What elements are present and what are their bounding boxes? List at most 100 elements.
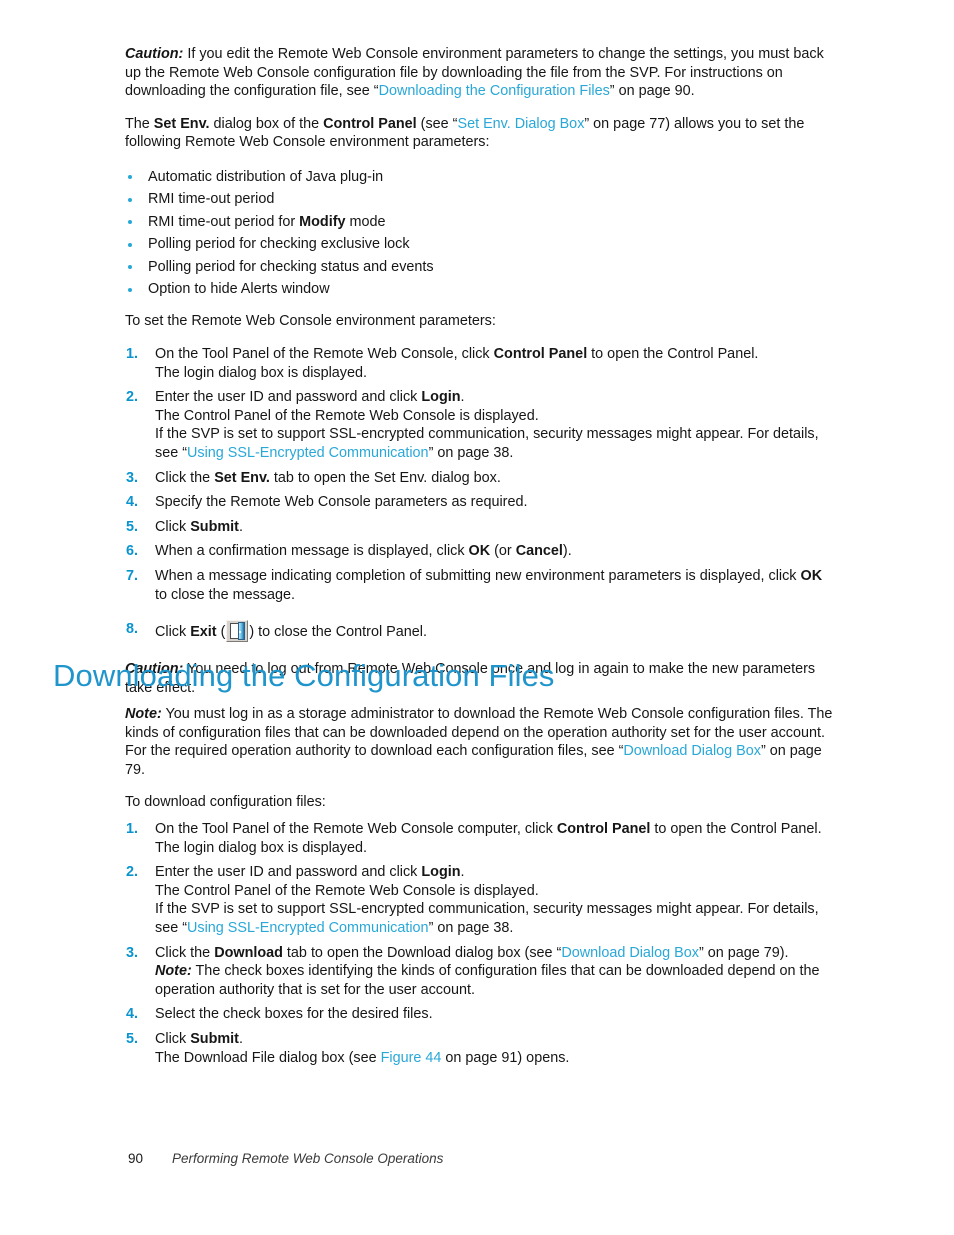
step-bold-login: Login bbox=[421, 864, 461, 881]
list-item: RMI time-out period for Modify mode bbox=[125, 211, 833, 233]
step-text-b: ( bbox=[216, 624, 226, 641]
bullet-text-a: Option to hide Alerts window bbox=[148, 281, 330, 297]
step-bold-control-panel: Control Panel bbox=[556, 820, 651, 837]
step-marker: 1. bbox=[126, 820, 139, 837]
step-text-c: ) to close the Control Panel. bbox=[249, 624, 427, 641]
procedure-intro-set-env: To set the Remote Web Console environmen… bbox=[125, 313, 496, 330]
step-line-1: On the Tool Panel of the Remote Web Cons… bbox=[155, 345, 833, 364]
step-3: 3. Click the Set Env. tab to open the Se… bbox=[125, 469, 833, 488]
link-set-env-dialog-box[interactable]: Set Env. Dialog Box bbox=[457, 116, 584, 132]
step-text-d: on page 91) opens. bbox=[441, 1049, 570, 1066]
step-text-a: On the Tool Panel of the Remote Web Cons… bbox=[155, 346, 494, 362]
link-figure-44[interactable]: Figure 44 bbox=[381, 1050, 442, 1066]
step-bold-ok: OK bbox=[468, 543, 491, 560]
step-text-a: Click bbox=[155, 518, 191, 535]
step-1: 1. On the Tool Panel of the Remote Web C… bbox=[125, 820, 833, 857]
step-note-text: The check boxes identifying the kinds of… bbox=[155, 963, 820, 998]
footer-chapter-title: Performing Remote Web Console Operations bbox=[172, 1151, 444, 1166]
step-line-1: When a message indicating completion of … bbox=[155, 567, 833, 604]
step-line-1: Click Submit. bbox=[155, 518, 833, 537]
caution-text-part2: ” on page 90. bbox=[609, 83, 695, 100]
link-using-ssl-encrypted-communication[interactable]: Using SSL-Encrypted Communication bbox=[187, 920, 429, 936]
step-bold-download: Download bbox=[214, 944, 283, 961]
step-marker: 4. bbox=[126, 494, 139, 511]
link-downloading-the-configuration-files[interactable]: Downloading the Configuration Files bbox=[379, 83, 610, 99]
step-text-b: to close the message. bbox=[155, 586, 295, 603]
intro-bold-set-env: Set Env. bbox=[153, 115, 210, 132]
note-paragraph: Note: You must log in as a storage admin… bbox=[125, 705, 833, 779]
step-text-a: Click bbox=[155, 624, 191, 641]
bullet-text-a: Polling period for checking exclusive lo… bbox=[148, 236, 410, 253]
step-marker: 2. bbox=[126, 389, 139, 406]
step-text-c: ). bbox=[562, 543, 572, 560]
exit-door-icon bbox=[226, 620, 249, 643]
step-line-2: The Download File dialog box (see Figure… bbox=[155, 1049, 833, 1068]
step-text-a: Enter the user ID and password and click bbox=[155, 864, 422, 881]
step-marker: 6. bbox=[126, 543, 139, 560]
step-line-2: The login dialog box is displayed. bbox=[155, 839, 367, 856]
step-line-1: Enter the user ID and password and click… bbox=[155, 863, 833, 882]
list-item: Polling period for checking exclusive lo… bbox=[125, 233, 833, 255]
step-text-b: to open the Control Panel. bbox=[650, 820, 822, 837]
intro-text-part2: dialog box of the bbox=[209, 115, 324, 132]
step-line-1: When a confirmation message is displayed… bbox=[155, 542, 833, 561]
download-content-column: Note: You must log in as a storage admin… bbox=[125, 705, 833, 1079]
step-bold-submit: Submit bbox=[190, 1030, 239, 1047]
link-using-ssl-encrypted-communication[interactable]: Using SSL-Encrypted Communication bbox=[187, 445, 429, 461]
link-download-dialog-box[interactable]: Download Dialog Box bbox=[561, 945, 699, 961]
intro-bold-control-panel: Control Panel bbox=[323, 115, 417, 132]
step-4: 4. Select the check boxes for the desire… bbox=[125, 1005, 833, 1024]
bullet-text-a: Automatic distribution of Java plug-in bbox=[148, 168, 384, 185]
step-text-c: ” on page 79). bbox=[698, 944, 789, 961]
step-bold-exit: Exit bbox=[190, 624, 217, 641]
step-1: 1. On the Tool Panel of the Remote Web C… bbox=[125, 345, 833, 382]
bullet-bold: Modify bbox=[299, 213, 346, 230]
step-line-1: Click the Download tab to open the Downl… bbox=[155, 944, 833, 963]
list-item: RMI time-out period bbox=[125, 188, 833, 210]
step-text-a: Enter the user ID and password and click bbox=[155, 389, 422, 406]
step-marker: 7. bbox=[126, 567, 139, 584]
step-line-2: The login dialog box is displayed. bbox=[155, 364, 367, 381]
list-item: Polling period for checking status and e… bbox=[125, 256, 833, 278]
step-marker: 5. bbox=[126, 518, 139, 535]
step-4: 4. Specify the Remote Web Console parame… bbox=[125, 493, 833, 512]
step-5: 5. Click Submit. The Download File dialo… bbox=[125, 1030, 833, 1067]
step-2: 2. Enter the user ID and password and cl… bbox=[125, 388, 833, 462]
document-page: Caution: If you edit the Remote Web Cons… bbox=[0, 0, 954, 1235]
step-text-a: Click the bbox=[155, 944, 215, 961]
step-bold-cancel: Cancel bbox=[515, 543, 563, 560]
set-env-procedure-steps: 1. On the Tool Panel of the Remote Web C… bbox=[125, 345, 833, 643]
step-note: Note: The check boxes identifying the ki… bbox=[155, 962, 833, 999]
step-bold-control-panel: Control Panel bbox=[493, 346, 588, 362]
step-text-b: . bbox=[238, 1030, 243, 1047]
step-5: 5. Click Submit. bbox=[125, 518, 833, 537]
step-marker: 4. bbox=[126, 1006, 139, 1023]
step-text-a: When a confirmation message is displayed… bbox=[155, 543, 469, 560]
step-marker: 8. bbox=[126, 621, 139, 638]
step-line-1: Specify the Remote Web Console parameter… bbox=[155, 494, 528, 511]
step-text-b: . bbox=[238, 518, 243, 535]
step-line-1: Select the check boxes for the desired f… bbox=[155, 1006, 433, 1023]
list-item: Option to hide Alerts window bbox=[125, 278, 833, 300]
step-line-3: If the SVP is set to support SSL-encrypt… bbox=[155, 900, 833, 937]
bullet-text-a: RMI time-out period bbox=[148, 191, 275, 208]
link-download-dialog-box[interactable]: Download Dialog Box bbox=[623, 743, 761, 759]
step-text-a: When a message indicating completion of … bbox=[155, 567, 801, 584]
step-text-a: Click the bbox=[155, 469, 215, 486]
step-line-3: If the SVP is set to support SSL-encrypt… bbox=[155, 425, 833, 462]
step-text-a: On the Tool Panel of the Remote Web Cons… bbox=[155, 820, 557, 837]
step-line-1: Click the Set Env. tab to open the Set E… bbox=[155, 469, 833, 488]
environment-parameters-list: Automatic distribution of Java plug-in R… bbox=[125, 166, 833, 300]
step-text-b: . bbox=[460, 389, 465, 406]
step-6: 6. When a confirmation message is displa… bbox=[125, 542, 833, 561]
step-marker: 1. bbox=[126, 346, 139, 362]
exit-icon-knob bbox=[239, 631, 242, 634]
step-line-1: Enter the user ID and password and click… bbox=[155, 388, 833, 407]
step-7: 7. When a message indicating completion … bbox=[125, 567, 833, 604]
page-footer: 90 Performing Remote Web Console Operatio… bbox=[128, 1150, 443, 1168]
step-line-1: Click Exit ( ) to close the Control Panel… bbox=[155, 620, 833, 643]
step-marker: 5. bbox=[126, 1030, 139, 1047]
step-text-b: (or bbox=[490, 543, 516, 560]
step-bold-ok: OK bbox=[800, 567, 823, 584]
step-text-b: tab to open the Download dialog box (see… bbox=[282, 944, 562, 961]
